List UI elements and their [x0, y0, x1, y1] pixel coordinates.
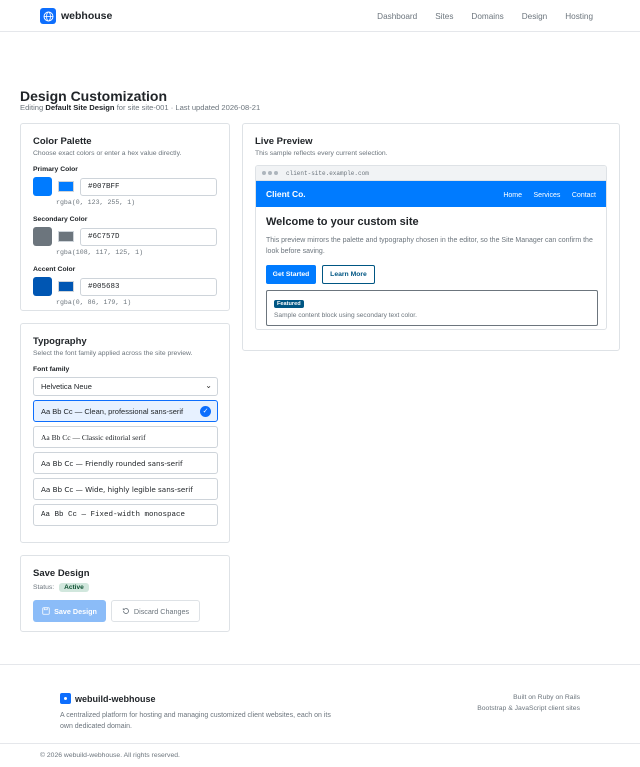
discard-button-label: Discard Changes: [133, 606, 190, 616]
learn-more-button[interactable]: Learn More: [322, 265, 375, 284]
footer-tech-line-1: Built on Ruby on Rails: [513, 694, 580, 701]
save-icon: [42, 607, 50, 615]
featured-badge: Featured: [274, 300, 304, 308]
page-title: Design Customization: [20, 88, 168, 104]
save-design-card: Save Design Status: Active Save Design D…: [20, 555, 230, 632]
accent-rgba: rgba(0, 86, 179, 1): [56, 299, 132, 306]
chevron-down-icon: ⌄: [205, 381, 212, 390]
accent-color-label: Accent Color: [33, 266, 76, 273]
window-dot: [274, 171, 278, 175]
font-option-label: Aa Bb Cc — Clean, professional sans-seri…: [41, 407, 184, 416]
browser-bar: client-site.example.com: [256, 166, 606, 181]
preview-title: Live Preview: [255, 136, 313, 147]
font-option-label: Aa Bb Cc — Friendly rounded sans-serif: [41, 459, 183, 468]
accent-color-picker[interactable]: [58, 281, 74, 292]
secondary-color-group: Secondary Color #6C757D rgba(108, 117, 1…: [33, 216, 217, 256]
font-option-wide[interactable]: Aa Bb Cc — Wide, highly legible sans-ser…: [33, 478, 218, 500]
footer-tech-line-2: Bootstrap & JavaScript client sites: [477, 704, 580, 712]
get-started-button[interactable]: Get Started: [266, 265, 316, 284]
nav-link-design[interactable]: Design: [522, 12, 548, 21]
site-link-home[interactable]: Home: [503, 192, 522, 199]
site-brand: Client Co.: [266, 189, 306, 199]
font-family-selected: Helvetica Neue: [41, 382, 92, 391]
window-dot: [268, 171, 272, 175]
check-icon: ✓: [200, 406, 211, 417]
top-navbar: webhouse Dashboard Sites Domains Design …: [0, 0, 640, 32]
font-option-sans[interactable]: Aa Bb Cc — Clean, professional sans-seri…: [33, 400, 218, 422]
footer: webuild-webhouse A centralized platform …: [0, 664, 640, 767]
secondary-color-label: Secondary Color: [33, 216, 88, 223]
nav-links: Dashboard Sites Domains Design Hosting: [359, 12, 593, 21]
site-paragraph: This preview mirrors the palette and typ…: [266, 237, 593, 255]
subtitle-prefix: Editing: [20, 103, 44, 112]
typography-title: Typography: [33, 336, 87, 347]
subtitle-suffix: for site site-001 · Last updated 2026-08…: [116, 103, 261, 112]
palette-title: Color Palette: [33, 136, 92, 147]
brand-name: webhouse: [61, 10, 113, 22]
font-option-label: Aa Bb Cc — Classic editorial serif: [41, 433, 146, 442]
window-dot: [262, 171, 266, 175]
primary-hex-input[interactable]: #007BFF: [80, 177, 217, 196]
primary-color-picker[interactable]: [58, 181, 74, 192]
design-name: Default Site Design: [45, 103, 115, 112]
undo-icon: [122, 608, 129, 614]
site-heading: Welcome to your custom site: [266, 216, 419, 228]
discard-button[interactable]: Discard Changes: [111, 600, 200, 622]
secondary-hex-input[interactable]: #6C757D: [80, 227, 217, 246]
footer-brand: webuild-webhouse: [60, 693, 156, 704]
preview-desc: This sample reflects every current selec…: [255, 150, 388, 157]
browser-url: client-site.example.com: [286, 169, 369, 177]
site-link-contact[interactable]: Contact: [572, 192, 596, 199]
secondary-color-picker[interactable]: [58, 231, 74, 242]
footer-copyright: © 2026 webuild-webhouse. All rights rese…: [40, 752, 180, 759]
status-row: Status: Active: [33, 583, 217, 592]
accent-color-swatch[interactable]: [33, 277, 52, 296]
nav-link-domains[interactable]: Domains: [471, 12, 503, 21]
font-option-mono[interactable]: Aa Bb Cc — Fixed-width monospace: [33, 504, 218, 526]
site-link-services[interactable]: Services: [534, 192, 561, 199]
primary-color-group: Primary Color #007BFF rgba(0, 123, 255, …: [33, 166, 217, 206]
palette-desc: Choose exact colors or enter a hex value…: [33, 150, 182, 157]
status-label: Status:: [33, 584, 55, 591]
preview-browser: client-site.example.com Client Co. Home …: [255, 165, 607, 330]
color-palette-card: Color Palette Choose exact colors or ent…: [20, 123, 230, 311]
page-subtitle: Editing Default Site Design for site sit…: [20, 103, 260, 112]
secondary-rgba: rgba(108, 117, 125, 1): [56, 249, 144, 256]
accent-hex-input[interactable]: #005683: [80, 277, 217, 296]
font-option-label: Aa Bb Cc — Fixed-width monospace: [41, 511, 186, 519]
status-badge: Active: [59, 583, 89, 592]
primary-color-label: Primary Color: [33, 166, 78, 173]
font-option-rounded[interactable]: Aa Bb Cc — Friendly rounded sans-serif: [33, 452, 218, 474]
footer-description: A centralized platform for hosting and m…: [60, 712, 331, 731]
globe-icon: [40, 8, 56, 24]
site-content-block: Featured Sample content block using seco…: [266, 290, 598, 326]
nav-link-hosting[interactable]: Hosting: [565, 12, 593, 21]
nav-link-sites[interactable]: Sites: [435, 12, 453, 21]
font-family-select[interactable]: Helvetica Neue ⌄: [33, 377, 218, 396]
brand[interactable]: webhouse: [40, 8, 112, 24]
save-button-label: Save Design: [54, 606, 97, 616]
typography-desc: Select the font family applied across th…: [33, 350, 193, 357]
live-preview-card: Live Preview This sample reflects every …: [242, 123, 620, 351]
footer-brand-name: webuild-webhouse: [75, 693, 156, 704]
block-text: Sample content block using secondary tex…: [274, 312, 417, 319]
primary-color-swatch[interactable]: [33, 177, 52, 196]
typography-card: Typography Select the font family applie…: [20, 323, 230, 543]
accent-color-group: Accent Color #005683 rgba(0, 86, 179, 1): [33, 266, 217, 306]
font-option-serif[interactable]: Aa Bb Cc — Classic editorial serif: [33, 426, 218, 448]
footer-tech: Built on Ruby on Rails Bootstrap & JavaS…: [477, 693, 580, 715]
primary-rgba: rgba(0, 123, 255, 1): [56, 199, 136, 206]
nav-link-dashboard[interactable]: Dashboard: [377, 12, 417, 21]
save-button[interactable]: Save Design: [33, 600, 106, 622]
footer-logo-icon: [60, 693, 71, 704]
footer-divider: [0, 743, 640, 744]
font-option-label: Aa Bb Cc — Wide, highly legible sans-ser…: [41, 485, 193, 494]
secondary-color-swatch[interactable]: [33, 227, 52, 246]
save-title: Save Design: [33, 568, 90, 579]
site-navbar: Client Co. Home Services Contact: [256, 181, 606, 207]
site-body: Welcome to your custom site This preview…: [256, 207, 606, 329]
font-family-label: Font family: [33, 366, 70, 373]
